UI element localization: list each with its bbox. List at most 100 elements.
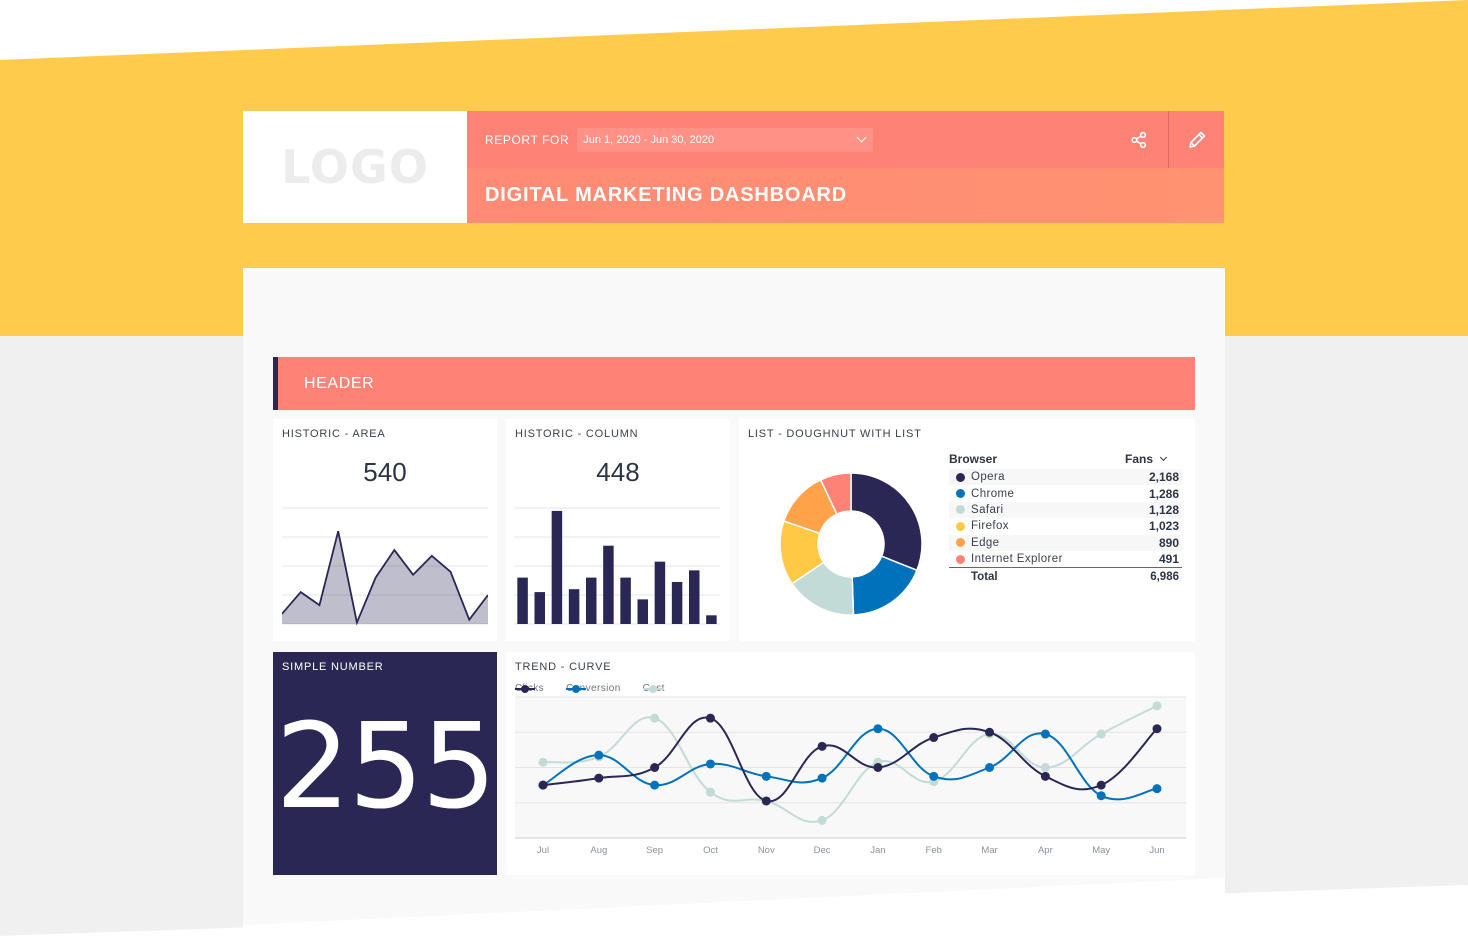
data-point-clicks bbox=[705, 713, 715, 723]
fans-sort-button[interactable]: Fans bbox=[1124, 452, 1168, 466]
fans-table-row: Safari 1,128 bbox=[949, 501, 1182, 519]
chevron-down-icon bbox=[856, 132, 867, 143]
x-tick-label: Aug bbox=[590, 845, 607, 856]
card-value: 448 bbox=[596, 457, 640, 487]
fans-table: Browser Fans Opera 2,168 Chrome 1,286 Safari… bbox=[949, 449, 1182, 585]
section-header-text: HEADER bbox=[304, 374, 375, 392]
fans-table-row: Chrome 1,286 bbox=[949, 485, 1182, 501]
doughnut-list-card: LIST - DOUGHNUT WITH LIST Browser Fans O… bbox=[739, 419, 1195, 641]
fans-value: 1,128 bbox=[1148, 502, 1179, 517]
logo: LOGO bbox=[243, 111, 467, 223]
data-point-cost bbox=[538, 757, 548, 767]
data-point-conversion bbox=[929, 771, 939, 781]
logo-text: LOGO bbox=[281, 140, 429, 194]
fans-table-row: Opera 2,168 bbox=[949, 469, 1182, 486]
data-point-clicks bbox=[873, 763, 883, 772]
card-title: SIMPLE NUMBER bbox=[282, 661, 384, 673]
total-label: Total bbox=[971, 570, 998, 583]
data-point-clicks bbox=[817, 741, 827, 751]
pencil-icon bbox=[1188, 131, 1205, 148]
data-point-cost bbox=[705, 787, 715, 797]
data-point-conversion bbox=[1096, 791, 1106, 801]
data-point-conversion bbox=[650, 780, 660, 790]
simple-number-card: SIMPLE NUMBER 255 bbox=[273, 652, 497, 875]
column-bar bbox=[551, 510, 563, 624]
x-tick-label: Oct bbox=[703, 845, 718, 856]
data-point-clicks bbox=[761, 796, 771, 806]
x-tick-label: Feb bbox=[926, 845, 942, 856]
simple-number-value: 255 bbox=[275, 697, 496, 835]
legend-dot-icon bbox=[956, 472, 965, 482]
data-point-cost bbox=[1040, 763, 1050, 772]
data-point-clicks bbox=[1040, 771, 1050, 781]
trend-curve-card: TREND - CURVE ClicksConversionCost JulAu… bbox=[506, 652, 1195, 875]
column-bar bbox=[637, 599, 648, 624]
date-range-value: Jun 1, 2020 - Jun 30, 2020 bbox=[583, 133, 715, 146]
data-point-conversion bbox=[761, 771, 771, 781]
column-bar bbox=[706, 615, 717, 624]
x-tick-label: Jul bbox=[537, 845, 549, 856]
section-header: HEADER bbox=[273, 357, 1195, 410]
column-bar bbox=[603, 545, 614, 624]
data-point-clicks bbox=[985, 727, 995, 737]
historic-area-card: HISTORIC - AREA 540 bbox=[273, 419, 497, 641]
brand-area: REPORT FOR Jun 1, 2020 - Jun 30, 2020 DI… bbox=[467, 111, 1224, 223]
fans-table-row: Firefox 1,023 bbox=[949, 518, 1182, 534]
fans-table-header: Browser Fans bbox=[949, 449, 1182, 469]
data-point-cost bbox=[817, 815, 827, 825]
doughnut-slice-opera bbox=[850, 472, 923, 572]
data-point-clicks bbox=[650, 763, 660, 772]
fans-value: 1,286 bbox=[1148, 486, 1179, 501]
data-point-cost bbox=[1152, 701, 1162, 711]
share-button[interactable] bbox=[1111, 111, 1167, 168]
x-tick-label: Jan bbox=[870, 845, 885, 856]
x-tick-label: Mar bbox=[981, 845, 997, 856]
data-point-cost bbox=[1096, 729, 1106, 739]
fans-table-row: Internet Explorer 491 bbox=[949, 551, 1182, 567]
data-point-conversion bbox=[594, 750, 604, 760]
fans-value: 2,168 bbox=[1148, 470, 1179, 485]
x-tick-label: Sep bbox=[646, 845, 663, 856]
historic-column-card: HISTORIC - COLUMN 448 bbox=[506, 419, 730, 641]
column-bar bbox=[517, 577, 528, 624]
card-title: TREND - CURVE bbox=[515, 661, 612, 673]
card-title: HISTORIC - COLUMN bbox=[515, 428, 639, 440]
browser-name: Firefox bbox=[971, 520, 1009, 533]
fans-value: 1,023 bbox=[1148, 519, 1179, 534]
fans-table-row: Edge 890 bbox=[949, 534, 1182, 551]
date-range-select[interactable]: Jun 1, 2020 - Jun 30, 2020 bbox=[577, 127, 874, 152]
data-point-conversion bbox=[817, 773, 827, 783]
area-chart bbox=[282, 507, 488, 626]
data-point-clicks bbox=[538, 780, 548, 790]
dashboard-title: DIGITAL MARKETING DASHBOARD bbox=[485, 184, 847, 206]
column-bar bbox=[586, 577, 597, 624]
fans-column-header: Fans bbox=[1124, 452, 1153, 466]
x-tick-label: May bbox=[1092, 845, 1110, 856]
fans-value: 890 bbox=[1158, 535, 1179, 550]
browser-name: Internet Explorer bbox=[971, 553, 1063, 566]
report-for-label: REPORT FOR bbox=[485, 132, 570, 147]
total-value: 6,986 bbox=[1150, 570, 1179, 583]
title-bar: DIGITAL MARKETING DASHBOARD bbox=[467, 168, 1224, 223]
x-tick-label: Apr bbox=[1038, 845, 1053, 856]
column-bar bbox=[671, 581, 683, 624]
fans-table-body: Opera 2,168 Chrome 1,286 Safari 1,128 Firefox 1… bbox=[949, 469, 1182, 567]
data-point-clicks bbox=[1096, 780, 1106, 790]
column-bar bbox=[654, 561, 666, 624]
data-point-cost bbox=[650, 713, 660, 723]
browser-name: Safari bbox=[971, 503, 1004, 516]
browser-name: Edge bbox=[971, 536, 1000, 549]
data-point-clicks bbox=[929, 733, 939, 743]
edit-button[interactable] bbox=[1168, 111, 1224, 168]
legend-dot-icon bbox=[956, 521, 965, 531]
doughnut-chart bbox=[779, 472, 923, 616]
data-point-conversion bbox=[985, 763, 995, 772]
column-bar bbox=[568, 589, 580, 624]
column-bar bbox=[689, 570, 700, 624]
browser-name: Chrome bbox=[971, 487, 1015, 500]
share-icon bbox=[1131, 131, 1147, 148]
legend-dot-icon bbox=[956, 538, 965, 548]
column-bar bbox=[620, 577, 631, 624]
data-point-conversion bbox=[1152, 784, 1162, 794]
fans-value: 491 bbox=[1158, 552, 1179, 567]
